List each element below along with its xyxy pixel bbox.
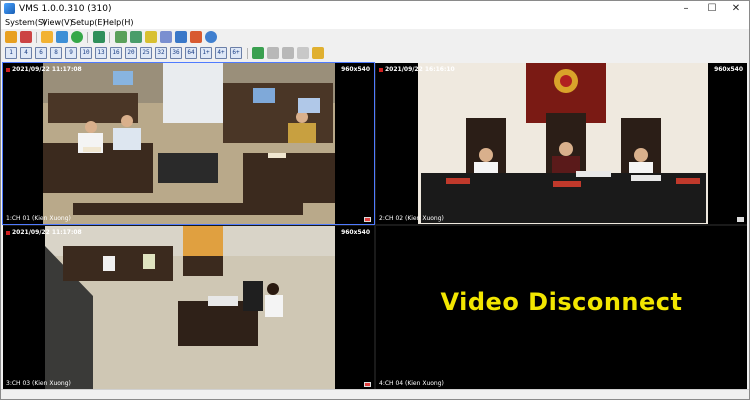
playback-icon[interactable] xyxy=(115,31,127,43)
folder-open-icon[interactable] xyxy=(41,31,53,43)
channel-4-name: 4:CH 04 (Kien Xuong) xyxy=(379,380,444,387)
logout-icon[interactable] xyxy=(20,31,32,43)
channel-2-name: 2:CH 02 (Kien Xuong) xyxy=(379,215,444,222)
close-all-icon[interactable] xyxy=(312,47,324,59)
video-grid: 2021/09/22 11:17:08 960x540 1:CH 01 (Kie… xyxy=(2,62,747,389)
layout-1plus-button[interactable]: 1+ xyxy=(200,47,212,59)
prev-page-icon[interactable] xyxy=(267,47,279,59)
layout-25-button[interactable]: 25 xyxy=(140,47,152,59)
settings-icon[interactable] xyxy=(160,31,172,43)
sequence-icon[interactable] xyxy=(297,47,309,59)
monitor-icon[interactable] xyxy=(93,31,105,43)
login-icon[interactable] xyxy=(5,31,17,43)
layout-6plus-button[interactable]: 6+ xyxy=(230,47,242,59)
menu-bar: System(S) View(V) Setup(E) Help(H) xyxy=(1,17,749,29)
video-disconnect-message: Video Disconnect xyxy=(440,288,683,316)
channel-1-timestamp: 2021/09/22 11:17:08 xyxy=(6,66,82,73)
maximize-button[interactable]: ☐ xyxy=(699,1,725,17)
app-icon xyxy=(4,3,15,14)
about-icon[interactable] xyxy=(205,31,217,43)
channel-3-timestamp: 2021/09/22 11:17:08 xyxy=(6,229,82,236)
video-cell-4[interactable]: Video Disconnect 4:CH 04 (Kien Xuong) xyxy=(376,226,747,389)
layout-32-button[interactable]: 32 xyxy=(155,47,167,59)
title-bar: VMS 1.0.0.310 (310) – ☐ ✕ xyxy=(1,1,749,17)
vms-window: VMS 1.0.0.310 (310) – ☐ ✕ System(S) View… xyxy=(0,0,750,400)
record-icon[interactable] xyxy=(71,31,83,43)
layout-9-button[interactable]: 9 xyxy=(65,47,77,59)
channel-3-audio-icon[interactable] xyxy=(364,382,371,387)
next-page-icon[interactable] xyxy=(282,47,294,59)
layout-4plus-button[interactable]: 4+ xyxy=(215,47,227,59)
layout-toolbar: 1 4 6 8 9 10 13 16 20 25 32 36 64 1+ 4+ … xyxy=(1,46,749,61)
courtroom-scene-2 xyxy=(376,63,747,224)
fullscreen-icon[interactable] xyxy=(252,47,264,59)
menu-setup[interactable]: Setup(E) xyxy=(71,17,106,29)
menu-help[interactable]: Help(H) xyxy=(103,17,134,29)
layout-36-button[interactable]: 36 xyxy=(170,47,182,59)
channel-1-resolution: 960x540 xyxy=(341,66,370,73)
minimize-button[interactable]: – xyxy=(673,1,699,17)
record-status-icon xyxy=(6,230,10,235)
layout-8-button[interactable]: 8 xyxy=(50,47,62,59)
close-button[interactable]: ✕ xyxy=(723,1,749,17)
video-cell-1[interactable]: 2021/09/22 11:17:08 960x540 1:CH 01 (Kie… xyxy=(2,62,375,225)
layout-6-button[interactable]: 6 xyxy=(35,47,47,59)
search-icon[interactable] xyxy=(145,31,157,43)
layout-10-button[interactable]: 10 xyxy=(80,47,92,59)
menu-view[interactable]: View(V) xyxy=(42,17,73,29)
courtroom-scene-3 xyxy=(3,226,374,389)
layout-13-button[interactable]: 13 xyxy=(95,47,107,59)
layout-20-button[interactable]: 20 xyxy=(125,47,137,59)
display-icon[interactable] xyxy=(175,31,187,43)
channel-1-audio-icon[interactable] xyxy=(364,217,371,222)
channel-3-resolution: 960x540 xyxy=(341,229,370,236)
layout-1-button[interactable]: 1 xyxy=(5,47,17,59)
layout-16-button[interactable]: 16 xyxy=(110,47,122,59)
channel-3-name: 3:CH 03 (Kien Xuong) xyxy=(6,380,71,387)
record-status-icon xyxy=(6,67,10,72)
menu-system[interactable]: System(S) xyxy=(5,17,46,29)
status-bar xyxy=(1,389,749,399)
snapshot-icon[interactable] xyxy=(130,31,142,43)
device-tree-icon[interactable] xyxy=(56,31,68,43)
channel-2-resolution: 960x540 xyxy=(714,66,743,73)
record-status-icon xyxy=(379,67,383,72)
layout-64-button[interactable]: 64 xyxy=(185,47,197,59)
channel-1-name: 1:CH 01 (Kien Xuong) xyxy=(6,215,71,222)
channel-2-audio-icon[interactable] xyxy=(737,217,744,222)
map-icon[interactable] xyxy=(190,31,202,43)
window-title: VMS 1.0.0.310 (310) xyxy=(19,4,112,14)
video-cell-2[interactable]: 2021/09/22 16:16:10 960x540 2:CH 02 (Kie… xyxy=(376,63,747,224)
main-toolbar xyxy=(1,30,749,45)
channel-2-timestamp: 2021/09/22 16:16:10 xyxy=(379,66,455,73)
courtroom-scene-1 xyxy=(3,63,374,224)
layout-4-button[interactable]: 4 xyxy=(20,47,32,59)
video-cell-3[interactable]: 2021/09/22 11:17:08 960x540 3:CH 03 (Kie… xyxy=(3,226,374,389)
